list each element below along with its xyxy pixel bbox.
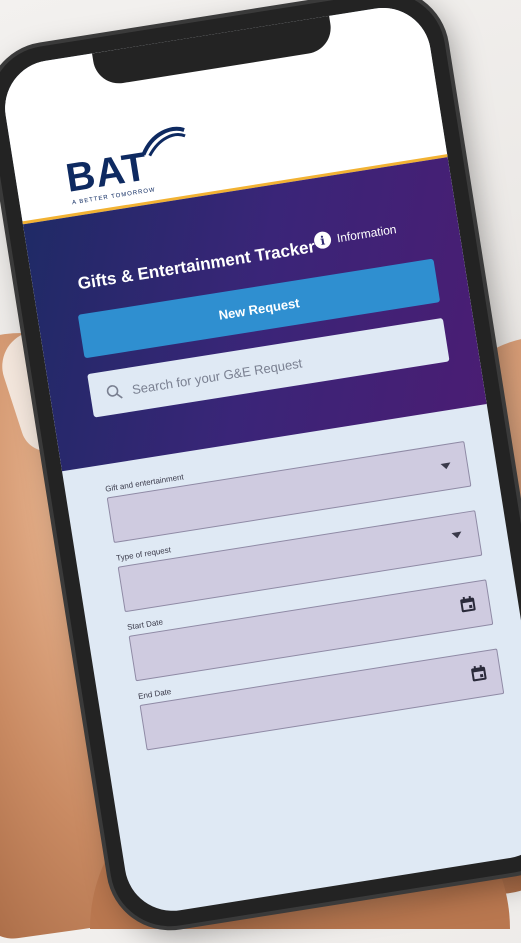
phone: BAT A BETTER TOMORROW Gifts & Entertainm… [0,0,521,935]
logo-swoosh-icon [141,126,186,157]
chevron-down-icon [451,531,463,540]
search-icon [106,385,123,399]
chevron-down-icon [440,462,452,470]
app-screen: BAT A BETTER TOMORROW Gifts & Entertainm… [0,1,521,918]
information-label: Information [335,221,398,245]
calendar-icon[interactable] [458,594,479,615]
info-icon: i [312,230,333,250]
information-link[interactable]: i Information [312,220,398,250]
calendar-icon[interactable] [469,663,490,684]
